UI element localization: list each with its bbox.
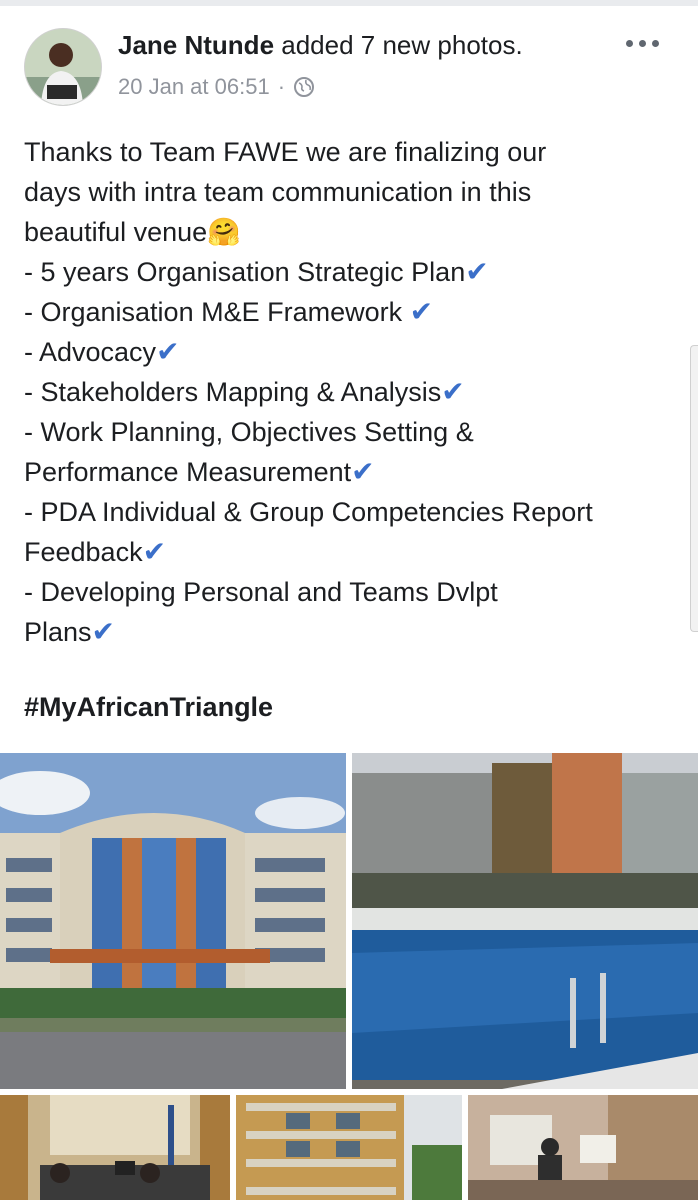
post-line: Feedback✔ (24, 536, 167, 567)
post-line: - PDA Individual & Group Competencies Re… (24, 497, 593, 527)
author-avatar[interactable] (24, 28, 102, 106)
author-name[interactable]: Jane Ntunde (118, 30, 274, 60)
post-meta: 20 Jan at 06:51 · (118, 74, 315, 100)
post-action: added 7 new photos. (281, 30, 523, 60)
meeting-room-photo[interactable] (0, 1095, 230, 1200)
presentation-room-photo[interactable] (468, 1095, 698, 1200)
post-header: Jane Ntunde added 7 new photos. (118, 30, 523, 61)
post-line: beautiful venue🤗 (24, 217, 241, 247)
hashtag-link[interactable]: #MyAfricanTriangle (24, 692, 273, 723)
top-divider (0, 0, 698, 6)
hotel-facade-photo[interactable] (236, 1095, 462, 1200)
meta-separator: · (277, 74, 286, 99)
post-line: Plans✔ (24, 616, 116, 647)
hugging-emoji: 🤗 (207, 217, 241, 247)
check-icon: ✔ (142, 536, 167, 567)
post-line: days with intra team communication in th… (24, 177, 532, 207)
check-icon: ✔ (441, 376, 465, 407)
globe-icon (293, 76, 315, 98)
check-icon: ✔ (409, 296, 434, 327)
swimming-pool-photo[interactable] (352, 753, 698, 1089)
post-line: Performance Measurement✔ (24, 456, 375, 487)
post-line: - Advocacy✔ (24, 336, 180, 367)
scrollbar[interactable] (690, 345, 698, 632)
post-line: - Stakeholders Mapping & Analysis✔ (24, 376, 465, 407)
post-line: - 5 years Organisation Strategic Plan✔ (24, 256, 489, 287)
check-icon: ✔ (465, 256, 489, 287)
check-icon: ✔ (91, 616, 116, 647)
check-icon: ✔ (351, 456, 375, 487)
post-line: - Work Planning, Objectives Setting & (24, 417, 474, 447)
post-timestamp[interactable]: 20 Jan at 06:51 (118, 74, 270, 100)
post-line: - Developing Personal and Teams Dvlpt (24, 577, 498, 607)
post-line: Thanks to Team FAWE we are finalizing ou… (24, 137, 547, 167)
more-options-icon[interactable] (626, 40, 659, 47)
hotel-building-photo[interactable] (0, 753, 346, 1089)
post-line: - Organisation M&E Framework ✔ (24, 296, 434, 327)
post-text: Thanks to Team FAWE we are finalizing ou… (24, 132, 684, 652)
check-icon: ✔ (156, 336, 180, 367)
